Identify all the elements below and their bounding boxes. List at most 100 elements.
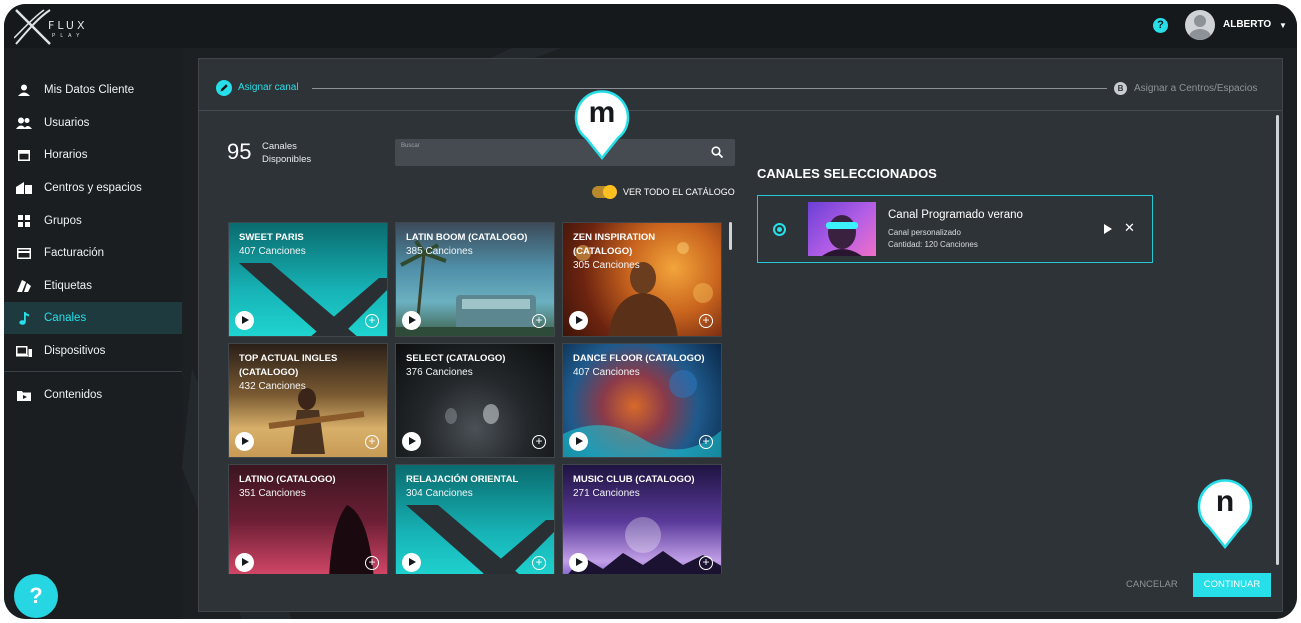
building-icon <box>16 181 32 195</box>
channel-title: MUSIC CLUB (CATALOGO) 271 Canciones <box>573 473 713 501</box>
channel-title: ZEN INSPIRATION (CATALOGO) 305 Canciones <box>573 231 713 273</box>
cancel-button[interactable]: CANCELAR <box>1126 579 1178 590</box>
selected-channel-meta: Canal personalizado Cantidad: 120 Cancio… <box>888 227 978 251</box>
sidebar-item-label: Horarios <box>44 149 88 161</box>
play-icon[interactable] <box>569 553 588 572</box>
channel-count: 305 Canciones <box>573 260 640 271</box>
catalog-toggle[interactable] <box>592 185 617 199</box>
avatar[interactable] <box>1185 10 1215 40</box>
add-icon[interactable]: + <box>532 556 546 570</box>
logo-subtext: PLAY <box>52 33 85 39</box>
channel-count: 376 Canciones <box>406 367 473 378</box>
sidebar-item-contenidos[interactable]: Contenidos <box>4 379 182 411</box>
play-icon[interactable] <box>402 553 421 572</box>
tag-icon <box>16 279 32 293</box>
sidebar-item-label: Facturación <box>44 247 105 259</box>
sidebar-item-label: Canales <box>44 312 87 324</box>
add-icon[interactable]: + <box>532 435 546 449</box>
channel-count: 351 Canciones <box>239 488 306 499</box>
pencil-icon[interactable] <box>216 80 232 96</box>
assign-channel-panel: Asignar canal B Asignar a Centros/Espaci… <box>198 58 1283 612</box>
username[interactable]: ALBERTO <box>1223 19 1271 30</box>
step2-badge[interactable]: B <box>1114 82 1127 95</box>
play-icon[interactable] <box>569 432 588 451</box>
sidebar-item-etiquetas[interactable]: Etiquetas <box>4 270 182 302</box>
sidebar-item-label: Centros y espacios <box>44 182 142 194</box>
add-icon[interactable]: + <box>699 314 713 328</box>
channel-card[interactable]: LATINO (CATALOGO) 351 Canciones + <box>228 464 388 574</box>
help-button[interactable]: ? <box>14 574 58 618</box>
sidebar-item-mis-datos-cliente[interactable]: Mis Datos Cliente <box>4 74 182 106</box>
selected-channel-type: Canal personalizado <box>888 228 961 237</box>
sidebar-item-label: Grupos <box>44 215 82 227</box>
channel-card[interactable]: ZEN INSPIRATION (CATALOGO) 305 Canciones … <box>562 222 722 337</box>
channel-card[interactable]: MUSIC CLUB (CATALOGO) 271 Canciones + <box>562 464 722 574</box>
add-icon[interactable]: + <box>699 556 713 570</box>
channel-count: 407 Canciones <box>573 367 640 378</box>
channel-card[interactable]: SELECT (CATALOGO) 376 Canciones + <box>395 343 555 458</box>
sidebar-item-facturacion[interactable]: Facturación <box>4 237 182 269</box>
channel-card[interactable]: LATIN BOOM (CATALOGO) 385 Canciones + <box>395 222 555 337</box>
credit-card-icon <box>16 246 32 260</box>
selected-radio[interactable] <box>773 223 786 236</box>
sidebar-divider <box>4 371 182 372</box>
sidebar-item-label: Contenidos <box>44 389 103 401</box>
sidebar-item-dispositivos[interactable]: Dispositivos <box>4 335 182 367</box>
folder-icon <box>16 388 32 402</box>
play-icon[interactable] <box>235 432 254 451</box>
channel-card[interactable]: DANCE FLOOR (CATALOGO) 407 Canciones + <box>562 343 722 458</box>
devices-icon <box>16 344 32 358</box>
sidebar-item-grupos[interactable]: Grupos <box>4 205 182 237</box>
channel-title: DANCE FLOOR (CATALOGO) 407 Canciones <box>573 352 713 380</box>
panel-scrollbar[interactable] <box>1276 115 1279 565</box>
available-count: 95 <box>227 139 252 164</box>
sidebar-item-label: Usuarios <box>44 117 90 129</box>
chevron-down-icon[interactable]: ▼ <box>1279 21 1287 30</box>
channel-title: SWEET PARIS 407 Canciones <box>239 231 379 259</box>
play-icon[interactable] <box>402 432 421 451</box>
selected-channel-card[interactable]: Canal Programado verano Canal personaliz… <box>757 195 1153 263</box>
top-bar: FLUX PLAY ? ALBERTO ▼ <box>4 4 1297 48</box>
sidebar-item-usuarios[interactable]: Usuarios <box>4 107 182 139</box>
available-label: Canales Disponibles <box>262 141 312 165</box>
sidebar-item-canales[interactable]: Canales <box>4 302 182 334</box>
add-icon[interactable]: + <box>365 435 379 449</box>
search-icon[interactable] <box>711 146 723 158</box>
search-input[interactable]: Buscar <box>395 139 735 166</box>
help-icon[interactable]: ? <box>1153 18 1168 33</box>
close-icon[interactable]: ✕ <box>1124 220 1135 236</box>
channel-title: LATINO (CATALOGO) 351 Canciones <box>239 473 379 501</box>
add-icon[interactable]: + <box>532 314 546 328</box>
marker-letter: m <box>588 96 616 129</box>
grid-scrollbar[interactable] <box>729 222 732 250</box>
sidebar-item-label: Mis Datos Cliente <box>44 84 135 96</box>
channel-card[interactable]: SWEET PARIS 407 Canciones + <box>228 222 388 337</box>
channel-count: 271 Canciones <box>573 488 640 499</box>
play-icon[interactable] <box>569 311 588 330</box>
flux-play-logo[interactable]: FLUX PLAY <box>13 8 94 46</box>
channel-card[interactable]: TOP ACTUAL INGLES (CATALOGO) 432 Cancione… <box>228 343 388 458</box>
play-icon[interactable] <box>235 553 254 572</box>
step-assign-centers[interactable]: Asignar a Centros/Espacios <box>1134 83 1257 94</box>
continue-button[interactable]: CONTINUAR <box>1193 573 1271 597</box>
add-icon[interactable]: + <box>365 314 379 328</box>
play-icon[interactable] <box>402 311 421 330</box>
channel-title: LATIN BOOM (CATALOGO) 385 Canciones <box>406 231 546 259</box>
play-icon[interactable] <box>235 311 254 330</box>
add-icon[interactable]: + <box>365 556 379 570</box>
play-icon[interactable] <box>1104 224 1112 234</box>
sidebar-item-horarios[interactable]: Horarios <box>4 139 182 171</box>
marker-letter: n <box>1215 485 1235 518</box>
users-icon <box>16 116 32 130</box>
user-icon <box>16 83 32 97</box>
selected-channel-name: Canal Programado verano <box>888 209 1023 221</box>
channel-card[interactable]: RELAJACIÓN ORIENTAL 304 Canciones + <box>395 464 555 574</box>
sidebar-item-centros-y-espacios[interactable]: Centros y espacios <box>4 172 182 204</box>
channel-count: 304 Canciones <box>406 488 473 499</box>
channel-title: TOP ACTUAL INGLES (CATALOGO) 432 Cancione… <box>239 352 379 394</box>
sidebar-item-label: Etiquetas <box>44 280 92 292</box>
channel-title: RELAJACIÓN ORIENTAL 304 Canciones <box>406 473 546 501</box>
step-assign-channel[interactable]: Asignar canal <box>238 82 299 93</box>
channel-count: 407 Canciones <box>239 246 306 257</box>
add-icon[interactable]: + <box>699 435 713 449</box>
